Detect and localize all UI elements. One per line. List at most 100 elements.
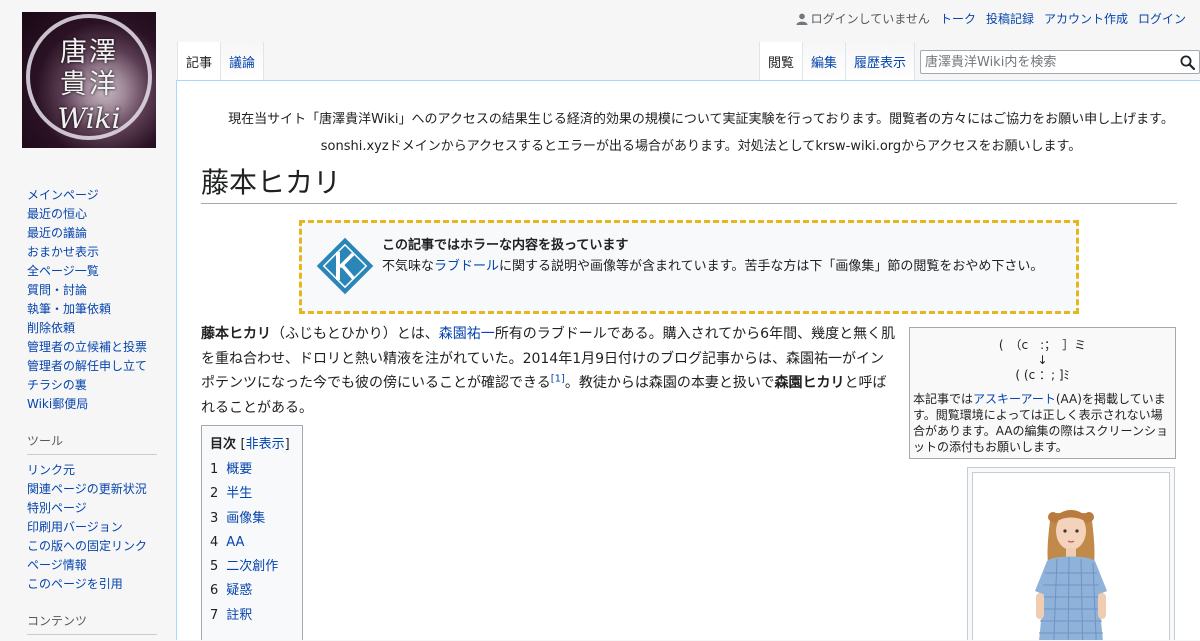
- site-notice-2: sonshi.xyzドメインからアクセスするとエラーが出る場合があります。対処法…: [320, 139, 1082, 154]
- sidebar-nav-item[interactable]: 削除依頼: [27, 319, 157, 338]
- doll-figure-icon: [1035, 510, 1107, 640]
- search-icon[interactable]: [1180, 55, 1195, 70]
- sidebar-navigation-list: メインページ 最近の恒心 最近の議論 おまかせ表示 全ページ一覧 質問・討論 執筆・加筆依頼…: [27, 186, 157, 414]
- warning-notice-body-post: に関する説明や画像等が含まれています。苦手な方は下「画像集」節の閲覧をおやめ下さ…: [499, 259, 1044, 274]
- sidebar-tools-item[interactable]: リンク元: [27, 461, 157, 480]
- warning-k-logo-icon: [316, 237, 374, 295]
- sidebar-nav-item[interactable]: 全ページ一覧: [27, 262, 157, 281]
- namespace-tabs: 記事 議論: [177, 42, 265, 80]
- ascii-art-link[interactable]: アスキーアート: [973, 392, 1056, 406]
- ascii-art-note: 本記事ではアスキーアート(AA)を掲載しています。閲覧環境によっては正しく表示さ…: [910, 383, 1175, 455]
- warning-notice-text: この記事ではホラーな内容を扱っています 不気味なラブドールに関する説明や画像等が…: [382, 235, 1062, 277]
- lovedoll-link[interactable]: ラブドール: [434, 259, 499, 274]
- lead-text-3: 。教徒からは森園の本妻と扱いで: [564, 375, 775, 391]
- sidebar-nav-item[interactable]: 管理者の立候補と投票: [27, 338, 157, 357]
- contributions-link[interactable]: 投稿記録: [986, 10, 1034, 27]
- sidebar-tools-heading: ツール: [27, 432, 157, 455]
- doll-image[interactable]: [972, 472, 1170, 640]
- sidebar-contents: コンテンツ: [27, 612, 157, 635]
- toc-item[interactable]: 1 概要: [210, 458, 294, 482]
- warning-notice-body-pre: 不気味な: [382, 259, 435, 274]
- toc-item[interactable]: 2 半生: [210, 482, 294, 506]
- toc-item-label[interactable]: 註釈: [226, 608, 252, 623]
- site-logo[interactable]: 唐澤 貴洋 Wiki: [22, 12, 156, 148]
- reference-link[interactable]: [1]: [551, 373, 565, 384]
- toc-item-label[interactable]: AA: [226, 535, 244, 550]
- sidebar-tools-item[interactable]: ページ情報: [27, 556, 157, 575]
- toc-item[interactable]: 5 二次創作: [210, 555, 294, 579]
- create-account-link[interactable]: アカウント作成: [1044, 10, 1128, 27]
- toc-item[interactable]: 3 画像集: [210, 507, 294, 531]
- search-input[interactable]: [921, 51, 1169, 74]
- sidebar-nav-item[interactable]: 最近の議論: [27, 224, 157, 243]
- sidebar-tools-item[interactable]: 特別ページ: [27, 499, 157, 518]
- tab-tabs-right-2[interactable]: 履歴表示: [846, 42, 916, 80]
- search-box: [920, 50, 1200, 74]
- talk-link[interactable]: トーク: [940, 10, 976, 27]
- table-of-contents: 目次 [非表示] 1 概要 2 半生 3 画像集 4 AA 5 二次創作 6 疑惑 7 註釈: [201, 425, 303, 640]
- tab-tabs-right-1[interactable]: 編集: [803, 42, 847, 80]
- sidebar-nav-item[interactable]: メインページ: [27, 186, 157, 205]
- toc-item-label[interactable]: 概要: [226, 462, 252, 477]
- toc-title: 目次 [非表示]: [210, 433, 294, 452]
- sidebar-tools-item[interactable]: 印刷用バージョン: [27, 518, 157, 537]
- warning-notice-title: この記事ではホラーな内容を扱っています: [382, 238, 629, 253]
- tab-tabs-left-0[interactable]: 記事: [177, 42, 222, 80]
- user-icon: [796, 13, 808, 25]
- toc-title-text: 目次: [210, 437, 237, 452]
- sidebar-tools-item[interactable]: 関連ページの更新状況: [27, 480, 157, 499]
- sidebar-nav-item[interactable]: 質問・討論: [27, 281, 157, 300]
- toc-item-label[interactable]: 疑惑: [226, 583, 252, 598]
- lead-alias-name: 森園ヒカリ: [774, 375, 845, 391]
- toc-item-number: 2: [210, 486, 219, 502]
- sidebar-tools-item[interactable]: この版への固定リンク: [27, 537, 157, 556]
- toc-item-label[interactable]: 二次創作: [226, 559, 278, 574]
- toc-toggle-close: ]: [284, 437, 290, 452]
- morizono-link[interactable]: 森園祐一: [439, 326, 495, 342]
- sidebar-nav-item[interactable]: おまかせ表示: [27, 243, 157, 262]
- ascii-art-line: ( （c :； ］ミ: [998, 338, 1087, 352]
- sidebar-tools-list: リンク元 関連ページの更新状況 特別ページ 印刷用バージョン この版への固定リンク ページ…: [27, 461, 157, 594]
- toc-item-label[interactable]: 半生: [226, 486, 252, 501]
- doll-image-thumb: [967, 467, 1175, 640]
- sidebar-navigation: メインページ 最近の恒心 最近の議論 おまかせ表示 全ページ一覧 質問・討論 執筆・加筆依頼…: [27, 186, 157, 414]
- toc-item-number: 3: [210, 510, 219, 526]
- sidebar-nav-item[interactable]: 管理者の解任申し立て: [27, 357, 157, 376]
- toc-item-number: 7: [210, 607, 219, 623]
- sidebar-tools-item[interactable]: このページを引用: [27, 575, 157, 594]
- tab-tabs-right-0[interactable]: 閲覧: [759, 42, 804, 80]
- ascii-art-notice-box: ( （c :； ］ミ ↓( (c ：; ]ﾐ 本記事ではアスキーアート(AA)を掲…: [909, 327, 1176, 459]
- personal-tools: ログインしていません トーク 投稿記録 アカウント作成 ログイン: [796, 10, 1186, 27]
- toc-item-number: 1: [210, 462, 219, 477]
- sidebar-tools: ツール リンク元 関連ページの更新状況 特別ページ 印刷用バージョン この版への固定リン…: [27, 432, 157, 594]
- ascii-art-line: ( (c ：; ]ﾐ: [1015, 368, 1070, 382]
- lead-text-1: （ふじもとひかり）とは、: [271, 326, 439, 342]
- login-link[interactable]: ログイン: [1138, 10, 1186, 27]
- lead-subject-name: 藤本ヒカリ: [201, 326, 271, 342]
- anon-user: ログインしていません: [796, 10, 930, 27]
- sidebar-nav-item[interactable]: チラシの裏: [27, 376, 157, 395]
- ascii-art-note-pre: 本記事では: [913, 392, 974, 406]
- toc-item[interactable]: 7 註釈: [210, 604, 294, 628]
- logo-text-line2: 貴洋: [60, 69, 118, 100]
- content-area: 現在当サイト「唐澤貴洋Wiki」へのアクセスの結果生じる経済的効果の規模について…: [176, 80, 1200, 640]
- toc-toggle-link[interactable]: 非表示: [246, 437, 285, 452]
- toc-item-label[interactable]: 画像集: [226, 511, 265, 526]
- ascii-art: ( （c :； ］ミ ↓( (c ：; ]ﾐ: [910, 338, 1175, 383]
- sidebar-nav-item[interactable]: 最近の恒心: [27, 205, 157, 224]
- sidebar-contents-heading: コンテンツ: [27, 612, 157, 635]
- toc-item[interactable]: 6 疑惑: [210, 579, 294, 603]
- view-tabs: 閲覧 編集 履歴表示: [759, 42, 916, 80]
- site-notice-1: 現在当サイト「唐澤貴洋Wiki」へのアクセスの結果生じる経済的効果の規模について…: [228, 112, 1174, 127]
- ascii-art-line: ↓: [1037, 353, 1048, 367]
- toc-item-number: 4: [210, 534, 219, 550]
- toc-item-number: 6: [210, 583, 219, 599]
- anon-user-label: ログインしていません: [810, 12, 930, 26]
- sidebar-nav-item[interactable]: Wiki郵便局: [27, 395, 157, 414]
- logo-text-line3: Wiki: [57, 102, 121, 135]
- tab-tabs-left-1[interactable]: 議論: [221, 42, 265, 80]
- toc-item-number: 5: [210, 559, 219, 575]
- toc-item[interactable]: 4 AA: [210, 531, 294, 555]
- sidebar-nav-item[interactable]: 執筆・加筆依頼: [27, 300, 157, 319]
- toc-list: 1 概要 2 半生 3 画像集 4 AA 5 二次創作 6 疑惑 7 註釈: [210, 458, 294, 628]
